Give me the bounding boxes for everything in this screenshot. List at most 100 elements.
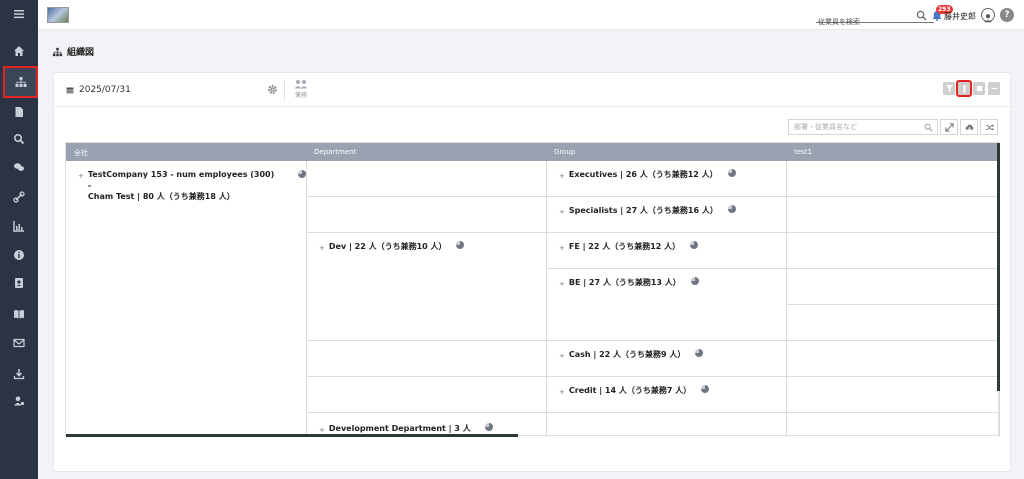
book-icon[interactable] bbox=[0, 301, 38, 327]
org-node-group[interactable]: + Executives | 26 人（うち兼務12 人） bbox=[547, 161, 787, 197]
search-icon[interactable] bbox=[0, 126, 38, 152]
date-selector[interactable]: 2025/07/31 bbox=[66, 85, 131, 95]
pie-chart-icon[interactable] bbox=[298, 170, 306, 178]
org-chart-panel: 2025/07/31 兼務 部署・従業員名など 全社 Department Gr… bbox=[53, 72, 1012, 472]
org-node-empty bbox=[787, 341, 1000, 377]
view-buttons bbox=[943, 80, 1000, 97]
pie-chart-icon[interactable] bbox=[484, 423, 493, 431]
expand-icon bbox=[944, 122, 954, 132]
contact-icon[interactable] bbox=[0, 270, 38, 296]
org-node-empty bbox=[787, 413, 1000, 437]
menu-icon[interactable] bbox=[0, 1, 38, 27]
vertical-view-button[interactable] bbox=[956, 80, 972, 97]
org-node-empty bbox=[787, 197, 1000, 233]
funnel-icon bbox=[945, 85, 953, 92]
org-node-group[interactable]: + Credit | 14 人（うち兼務7 人） bbox=[547, 377, 787, 413]
expand-toggle[interactable]: + bbox=[559, 279, 565, 290]
column-header-company: 全社 bbox=[74, 149, 88, 157]
org-node-empty bbox=[787, 233, 1000, 269]
department-label: Dev | 22 人（うち兼務10 人） bbox=[328, 242, 447, 251]
expand-button[interactable] bbox=[940, 119, 958, 135]
vertical-scrollbar[interactable] bbox=[997, 143, 1000, 391]
group-label: Credit | 14 人（うち兼務7 人） bbox=[568, 386, 692, 395]
pie-chart-icon[interactable] bbox=[695, 349, 704, 357]
expand-toggle[interactable]: + bbox=[559, 171, 565, 182]
org-toolbar: 2025/07/31 兼務 bbox=[54, 73, 1012, 107]
topbar: 293 藤井史郎 ? bbox=[38, 0, 1024, 30]
org-node-department[interactable]: + Dev | 22 人（うち兼務10 人） bbox=[307, 233, 547, 341]
expand-toggle[interactable]: + bbox=[559, 351, 565, 362]
user-settings-icon[interactable] bbox=[0, 388, 38, 414]
org-node-group[interactable]: + Specialists | 27 人（うち兼務16 人） bbox=[547, 197, 787, 233]
org-node-company[interactable]: + TestCompany 153 - num employees (300) … bbox=[66, 161, 307, 437]
page-title: 組織図 bbox=[52, 45, 94, 58]
shuffle-icon bbox=[985, 123, 994, 131]
gear-icon[interactable] bbox=[267, 84, 278, 95]
group-label: BE | 27 人（うち兼務13 人） bbox=[568, 278, 681, 287]
bar-chart-icon[interactable] bbox=[0, 213, 38, 239]
pie-chart-icon[interactable] bbox=[727, 169, 736, 177]
document-icon[interactable] bbox=[0, 99, 38, 125]
org-node-empty bbox=[307, 161, 547, 197]
company-logo[interactable] bbox=[47, 7, 69, 23]
org-node-group[interactable]: + FE | 22 人（うち兼務12 人） bbox=[547, 233, 787, 269]
pie-chart-icon[interactable] bbox=[456, 241, 465, 249]
filter-placeholder: 部署・従業員名など bbox=[794, 123, 857, 131]
org-node-empty bbox=[307, 341, 547, 377]
username[interactable]: 藤井史郎 bbox=[944, 11, 976, 22]
org-node-empty bbox=[547, 413, 787, 437]
search-icon[interactable] bbox=[916, 10, 927, 21]
info-icon[interactable] bbox=[0, 242, 38, 268]
search-icon[interactable] bbox=[924, 123, 933, 132]
org-node-empty bbox=[787, 269, 1000, 305]
expand-toggle[interactable]: + bbox=[559, 243, 565, 254]
filter-row: 部署・従業員名など bbox=[788, 119, 998, 135]
shuffle-button[interactable] bbox=[980, 119, 998, 135]
expand-toggle[interactable]: + bbox=[559, 207, 565, 218]
expand-toggle[interactable]: + bbox=[78, 171, 84, 182]
users-icon bbox=[294, 80, 308, 89]
expand-toggle[interactable]: + bbox=[559, 387, 565, 398]
column-header-test1: test1 bbox=[794, 148, 812, 156]
org-chart-icon bbox=[52, 47, 63, 56]
company-name-line2: Cham Test | 80 人（うち兼務18 人） bbox=[87, 192, 235, 201]
org-node-group[interactable]: + BE | 27 人（うち兼務13 人） bbox=[547, 269, 787, 341]
column-header-group: Group bbox=[554, 148, 576, 156]
filter-button[interactable] bbox=[943, 82, 955, 95]
date-value: 2025/07/31 bbox=[79, 85, 131, 95]
org-chart-icon[interactable] bbox=[3, 66, 38, 98]
department-filter-input[interactable]: 部署・従業員名など bbox=[788, 119, 938, 135]
org-node-empty bbox=[787, 161, 1000, 197]
horizontal-scrollbar[interactable] bbox=[66, 434, 518, 437]
concurrent-toggle[interactable]: 兼務 bbox=[294, 79, 308, 99]
org-chart-table: 全社 Department Group test1 + TestCompany … bbox=[65, 142, 1000, 437]
home-icon[interactable] bbox=[0, 38, 38, 64]
page-title-text: 組織図 bbox=[67, 48, 95, 58]
company-name-line1: TestCompany 153 - num employees (300) - bbox=[87, 170, 275, 190]
expand-toggle[interactable]: + bbox=[319, 243, 325, 254]
pie-chart-icon[interactable] bbox=[690, 277, 699, 285]
vertical-bar-icon bbox=[963, 84, 965, 93]
minus-icon bbox=[991, 87, 997, 90]
column-header-department: Department bbox=[314, 148, 357, 156]
download-icon[interactable] bbox=[0, 361, 38, 387]
copy-button[interactable] bbox=[973, 82, 985, 95]
cloud-download-button[interactable] bbox=[960, 119, 978, 135]
pie-chart-icon[interactable] bbox=[727, 205, 736, 213]
chat-icon[interactable] bbox=[0, 154, 38, 180]
avatar[interactable] bbox=[981, 8, 995, 23]
link-icon[interactable] bbox=[0, 184, 38, 210]
help-icon[interactable]: ? bbox=[1000, 8, 1014, 22]
org-node-empty bbox=[307, 377, 547, 413]
org-node-group[interactable]: + Cash | 22 人（うち兼務9 人） bbox=[547, 341, 787, 377]
group-label: Cash | 22 人（うち兼務9 人） bbox=[568, 350, 686, 359]
department-label: Development Department | 3 人 bbox=[328, 424, 471, 433]
concurrent-label: 兼務 bbox=[294, 92, 307, 99]
org-node-empty bbox=[307, 197, 547, 233]
copy-icon bbox=[976, 85, 982, 92]
sidebar bbox=[0, 0, 38, 479]
collapse-button[interactable] bbox=[988, 82, 1000, 95]
pie-chart-icon[interactable] bbox=[690, 241, 699, 249]
pie-chart-icon[interactable] bbox=[701, 385, 710, 393]
mail-icon[interactable] bbox=[0, 330, 38, 356]
